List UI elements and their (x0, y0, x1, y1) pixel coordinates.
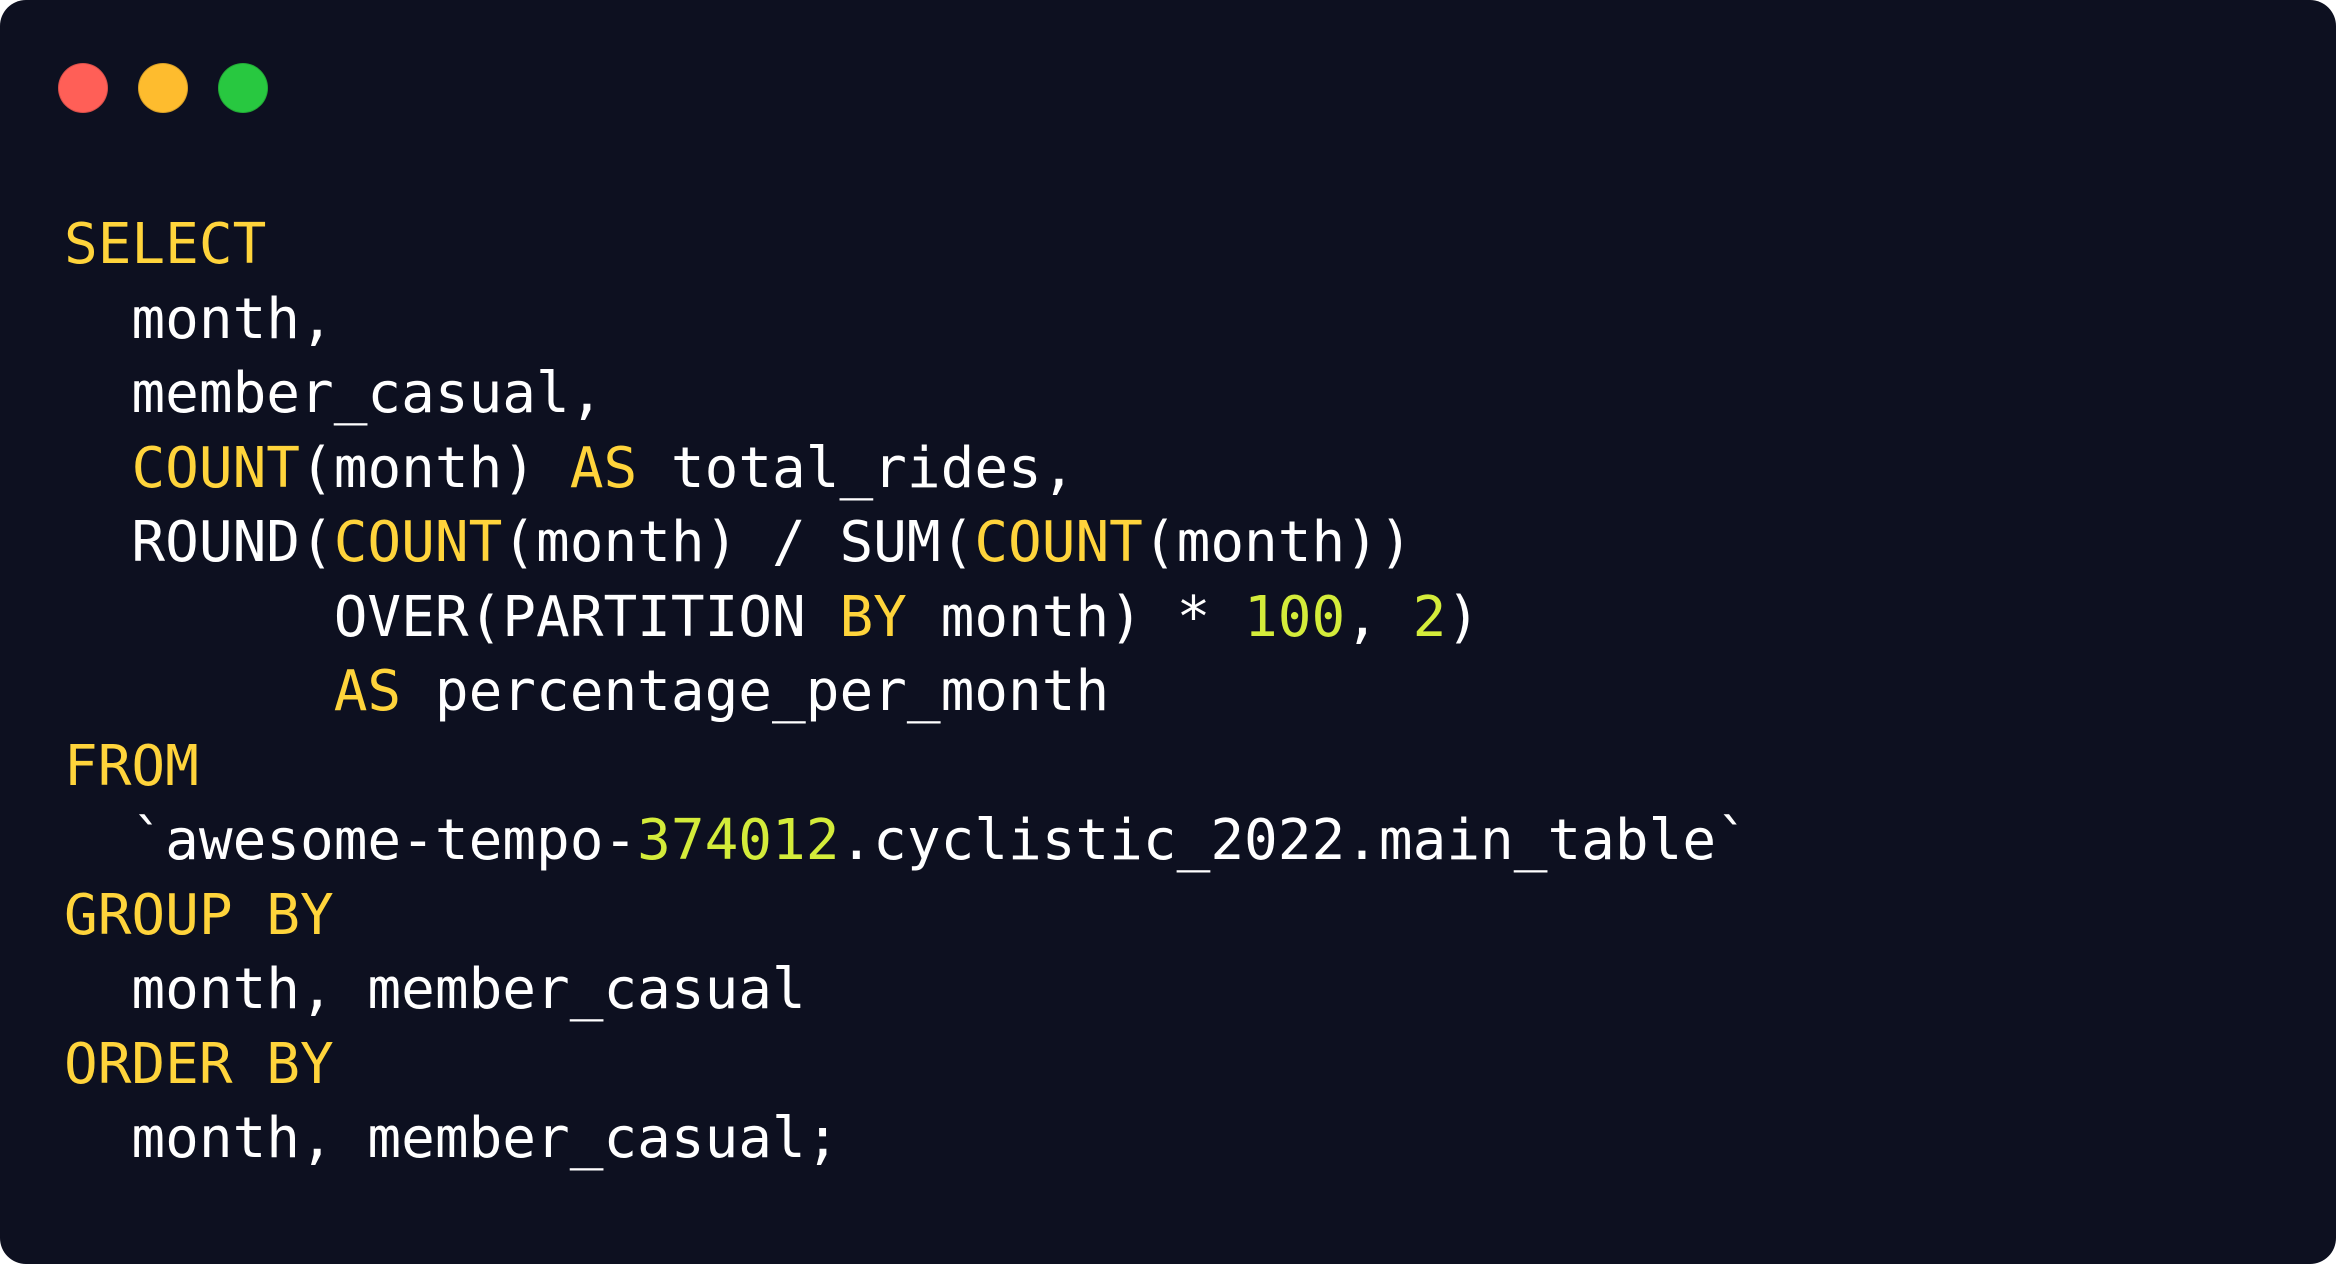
code-line: ROUND(COUNT(month) / SUM(COUNT(month)) (64, 506, 1750, 581)
sql-keyword: GROUP BY (64, 882, 334, 948)
sql-text: month, (64, 286, 334, 352)
close-dot-icon[interactable] (58, 63, 108, 113)
sql-text: (month) (300, 435, 570, 501)
sql-number: 2 (1412, 584, 1447, 650)
sql-text: month, member_casual (64, 957, 806, 1022)
code-line: month, (64, 283, 1750, 358)
code-line: AS percentage_per_month (64, 655, 1750, 730)
sql-text: total_rides, (637, 435, 1076, 501)
sql-keyword: COUNT (131, 435, 301, 501)
sql-text: percentage_per_month (401, 659, 1110, 724)
code-line: FROM (64, 730, 1750, 805)
code-line: SELECT (64, 208, 1750, 283)
sql-number: 374012 (637, 808, 840, 873)
sql-text: ) (1446, 584, 1481, 650)
code-line: OVER(PARTITION BY month) * 100, 2) (64, 581, 1750, 656)
sql-number: 100 (1244, 584, 1346, 650)
code-window: SELECT month, member_casual, COUNT(month… (0, 0, 2336, 1264)
sql-keyword: COUNT (333, 510, 503, 575)
code-line: month, member_casual; (64, 1102, 1750, 1177)
minimize-dot-icon[interactable] (138, 63, 188, 113)
sql-text: (month)) (1142, 510, 1413, 575)
code-line: member_casual, (64, 357, 1750, 432)
maximize-dot-icon[interactable] (218, 63, 268, 113)
sql-keyword: AS (333, 659, 402, 724)
sql-text: ROUND( (64, 510, 334, 575)
sql-keyword: FROM (64, 733, 199, 799)
sql-text: month, member_casual; (64, 1106, 840, 1171)
sql-text: member_casual, (64, 361, 604, 426)
sql-keyword: AS (569, 435, 638, 501)
sql-text: (month) / SUM( (502, 510, 975, 575)
code-line: ORDER BY (64, 1028, 1750, 1103)
sql-text: .cyclistic_2022.main_table` (839, 808, 1750, 873)
sql-text: , (1345, 584, 1413, 650)
code-line: COUNT(month) AS total_rides, (64, 432, 1750, 507)
sql-keyword: BY (839, 584, 907, 650)
code-line: GROUP BY (64, 879, 1750, 954)
sql-text: `awesome-tempo- (64, 808, 638, 873)
sql-keyword: SELECT (64, 212, 267, 277)
sql-text: month) * (906, 584, 1245, 650)
code-line: `awesome-tempo-374012.cyclistic_2022.mai… (64, 804, 1750, 879)
sql-code-block: SELECT month, member_casual, COUNT(month… (64, 208, 1750, 1177)
code-line: month, member_casual (64, 953, 1750, 1028)
sql-text: OVER(PARTITION (64, 584, 840, 650)
sql-keyword: ORDER BY (64, 1031, 334, 1097)
sql-keyword: COUNT (974, 510, 1143, 575)
window-controls (58, 63, 268, 113)
